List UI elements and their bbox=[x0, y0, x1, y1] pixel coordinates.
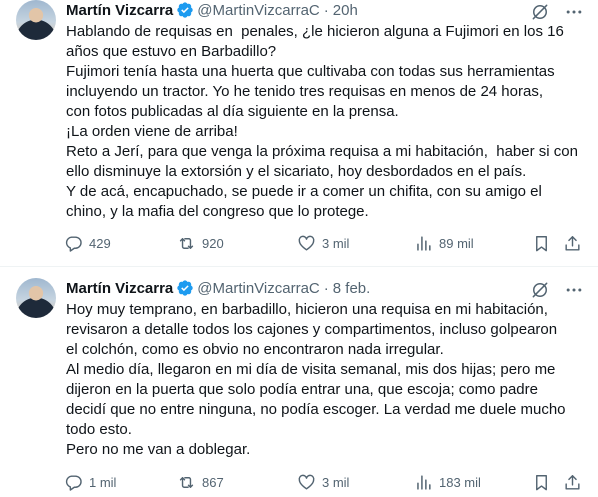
like-icon bbox=[298, 474, 315, 490]
reply-icon bbox=[65, 236, 82, 252]
retweet-icon bbox=[179, 238, 194, 249]
reply-icon bbox=[65, 475, 82, 491]
author-handle[interactable]: @MartinVizcarraC bbox=[197, 280, 319, 297]
more-icon[interactable] bbox=[564, 280, 584, 300]
views-button[interactable]: 183 mil bbox=[414, 473, 481, 492]
bookmark-button[interactable] bbox=[532, 473, 551, 492]
tweet-text-line: chino, y la mafia del congreso que lo pr… bbox=[66, 203, 369, 220]
timestamp[interactable]: 20h bbox=[333, 2, 358, 19]
author-name[interactable]: Martín Vizcarra bbox=[66, 2, 173, 19]
share-button[interactable] bbox=[563, 473, 582, 492]
tweet-header: Martín Vizcarra @MartinVizcarraC · 8 feb… bbox=[66, 277, 370, 299]
avatar[interactable] bbox=[16, 0, 56, 40]
tweet-text: Hoy muy temprano, en barbadillo, hiciero… bbox=[66, 300, 586, 460]
views-count: 183 mil bbox=[439, 475, 481, 490]
retweet-button[interactable]: 920 bbox=[177, 234, 224, 253]
tweet-text-line: Fujimori tenía hasta una huerta que cult… bbox=[66, 63, 555, 80]
share-icon bbox=[565, 236, 580, 251]
like-icon bbox=[298, 235, 315, 251]
more-icon[interactable] bbox=[564, 2, 584, 22]
views-count: 89 mil bbox=[439, 236, 474, 251]
tweet-text-line: con fotos publicadas al día siguiente en… bbox=[66, 103, 399, 120]
tweet-text-line: años que estuvo en Barbadillo? bbox=[66, 43, 277, 60]
tweet-text-line: incluyendo un tractor. Yo he tenido tres… bbox=[66, 83, 543, 100]
tweet-text-line: decidí que no entre ninguna, no podía es… bbox=[66, 401, 566, 418]
reply-count: 429 bbox=[89, 236, 111, 251]
like-count: 3 mil bbox=[322, 236, 350, 251]
verified-badge-icon[interactable] bbox=[176, 1, 194, 19]
verified-badge-icon[interactable] bbox=[176, 279, 194, 297]
bookmark-icon bbox=[536, 236, 547, 252]
tweet-text-line: ¡La orden viene de arriba! bbox=[66, 123, 238, 140]
author-handle[interactable]: @MartinVizcarraC bbox=[197, 2, 319, 19]
tweet-text-line: Y de acá, encapuchado, se puede ir a com… bbox=[66, 183, 542, 200]
tweet[interactable]: Martín Vizcarra @MartinVizcarraC · 20h H… bbox=[0, 0, 598, 266]
grok-icon[interactable] bbox=[530, 280, 550, 300]
bookmark-icon bbox=[536, 475, 547, 491]
tweet-text-line: ello disminuye la extorsión y el sicaria… bbox=[66, 163, 527, 180]
tweet-text-line: Hoy muy temprano, en barbadillo, hiciero… bbox=[66, 301, 548, 318]
grok-icon[interactable] bbox=[530, 2, 550, 22]
like-button[interactable]: 3 mil bbox=[297, 234, 349, 253]
views-icon bbox=[417, 236, 431, 251]
reply-button[interactable]: 1 mil bbox=[64, 473, 116, 492]
separator-dot: · bbox=[323, 279, 329, 297]
tweet-actions: 429 920 3 mil 89 mil bbox=[64, 234, 584, 254]
share-button[interactable] bbox=[563, 234, 582, 253]
tweet-text-line: Al medio día, llegaron en mi día de visi… bbox=[66, 361, 556, 378]
like-count: 3 mil bbox=[322, 475, 350, 490]
retweet-count: 867 bbox=[202, 475, 224, 490]
tweet-text-line: Reto a Jerí, para que venga la próxima r… bbox=[66, 143, 578, 160]
retweet-count: 920 bbox=[202, 236, 224, 251]
timestamp[interactable]: 8 feb. bbox=[333, 280, 371, 297]
tweet-text-line: Pero no me van a doblegar. bbox=[66, 441, 251, 458]
tweet-header: Martín Vizcarra @MartinVizcarraC · 20h bbox=[66, 0, 358, 21]
share-icon bbox=[565, 475, 580, 490]
separator-dot: · bbox=[323, 1, 329, 19]
like-button[interactable]: 3 mil bbox=[297, 473, 349, 492]
bookmark-button[interactable] bbox=[532, 234, 551, 253]
tweet-text-line: el colchón, como es obvio no encontraron… bbox=[66, 341, 444, 358]
views-button[interactable]: 89 mil bbox=[414, 234, 474, 253]
views-icon bbox=[417, 475, 431, 490]
tweet-text: Hablando de requisas en penales, ¿le hic… bbox=[66, 22, 586, 222]
reply-count: 1 mil bbox=[89, 475, 117, 490]
author-name[interactable]: Martín Vizcarra bbox=[66, 280, 173, 297]
retweet-icon bbox=[179, 477, 194, 488]
retweet-button[interactable]: 867 bbox=[177, 473, 224, 492]
tweet[interactable]: Martín Vizcarra @MartinVizcarraC · 8 feb… bbox=[0, 267, 598, 497]
avatar[interactable] bbox=[16, 278, 56, 318]
tweet-text-line: dijeron en la puerta que solo podía entr… bbox=[66, 381, 538, 398]
tweet-actions: 1 mil 867 3 mil 183 mil bbox=[64, 473, 584, 493]
tweet-text-line: todo esto. bbox=[66, 421, 132, 438]
tweet-top-actions bbox=[530, 280, 584, 300]
tweet-text-line: Hablando de requisas en penales, ¿le hic… bbox=[66, 23, 564, 40]
reply-button[interactable]: 429 bbox=[64, 234, 111, 253]
tweet-top-actions bbox=[530, 2, 584, 22]
tweet-text-line: revisaron a detalle todos los cajones y … bbox=[66, 321, 558, 338]
